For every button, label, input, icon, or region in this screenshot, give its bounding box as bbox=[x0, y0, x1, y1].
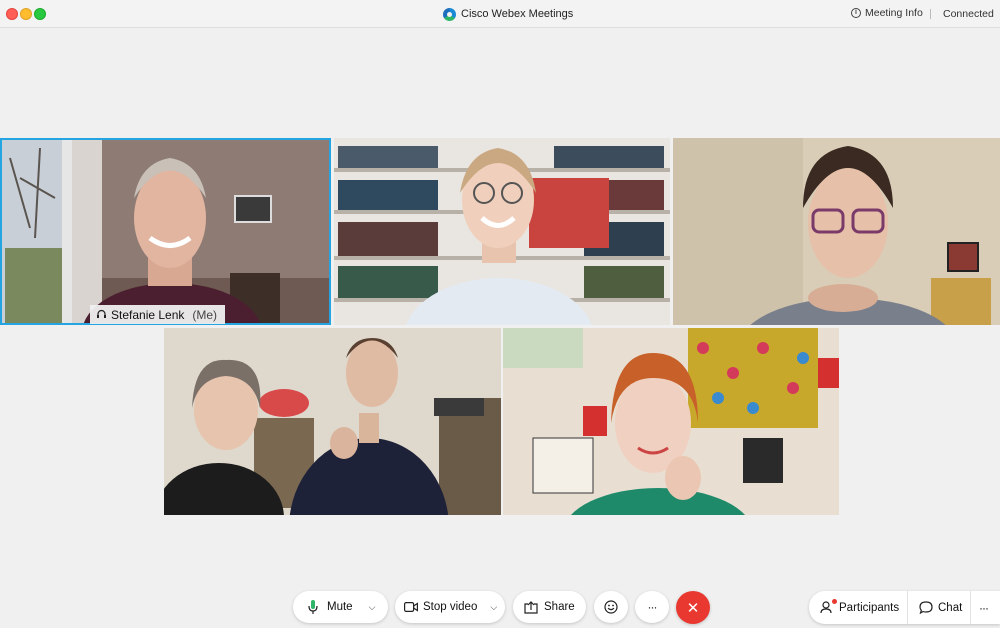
meeting-info-button[interactable]: i Meeting Info bbox=[851, 7, 923, 19]
share-icon bbox=[524, 600, 538, 614]
info-icon: i bbox=[851, 8, 861, 18]
mute-label: Mute bbox=[327, 601, 353, 613]
title-bar: Cisco Webex Meetings i Meeting Info Conn… bbox=[0, 0, 1000, 28]
panel-buttons-group: Participants Chat ··· bbox=[809, 591, 1000, 624]
share-label: Share bbox=[544, 601, 575, 613]
video-tile-participant-4[interactable] bbox=[164, 328, 501, 515]
video-tile-participant-5[interactable] bbox=[503, 328, 839, 515]
window-close-button[interactable] bbox=[6, 8, 18, 20]
meeting-info-label: Meeting Info bbox=[865, 7, 923, 19]
chat-label: Chat bbox=[938, 601, 963, 614]
window-minimize-button[interactable] bbox=[20, 8, 32, 20]
headset-icon bbox=[97, 309, 106, 318]
title-bar-divider bbox=[930, 9, 931, 19]
more-options-icon: ··· bbox=[647, 600, 658, 614]
reactions-button[interactable] bbox=[594, 591, 628, 623]
webex-logo-icon bbox=[443, 7, 456, 21]
app-title: Cisco Webex Meetings bbox=[443, 7, 573, 21]
share-button[interactable]: Share bbox=[513, 591, 586, 623]
participants-button[interactable]: Participants bbox=[820, 591, 899, 624]
participant-self-tag: (Me) bbox=[192, 307, 218, 322]
mute-button[interactable]: Mute ⌵ bbox=[293, 591, 388, 623]
participants-notification-dot bbox=[832, 599, 837, 604]
participant-name-label: Stefanie Lenk (Me) bbox=[90, 305, 226, 324]
window-maximize-button[interactable] bbox=[34, 8, 46, 20]
video-options-chevron-icon[interactable]: ⌵ bbox=[490, 602, 497, 613]
video-tile-participant-3[interactable] bbox=[673, 138, 1000, 325]
video-feed bbox=[0, 138, 331, 325]
participants-icon bbox=[820, 599, 837, 614]
end-meeting-button[interactable]: ✕ bbox=[676, 591, 710, 624]
video-feed bbox=[673, 138, 1000, 325]
more-options-button[interactable]: ··· bbox=[635, 591, 669, 623]
video-feed bbox=[334, 138, 670, 325]
stop-video-button[interactable]: Stop video ⌵ bbox=[395, 591, 505, 623]
toolbar-divider bbox=[907, 591, 908, 624]
participants-label: Participants bbox=[839, 601, 900, 614]
app-title-text: Cisco Webex Meetings bbox=[461, 8, 574, 20]
end-call-icon: ✕ bbox=[686, 599, 700, 617]
video-feed bbox=[164, 328, 501, 515]
chat-icon bbox=[919, 601, 933, 614]
participant-name: Stefanie Lenk bbox=[111, 307, 185, 322]
video-tile-self[interactable]: Stefanie Lenk (Me) bbox=[0, 138, 331, 325]
toolbar-divider bbox=[970, 591, 971, 624]
microphone-icon bbox=[308, 600, 318, 614]
chat-button[interactable]: Chat bbox=[919, 591, 962, 624]
panel-more-icon: ··· bbox=[979, 600, 989, 615]
video-feed bbox=[503, 328, 839, 515]
video-tile-participant-2[interactable] bbox=[334, 138, 670, 325]
meeting-toolbar: Mute ⌵ Stop video ⌵ Share ··· ✕ Particip… bbox=[0, 586, 1000, 628]
emoji-reaction-icon bbox=[604, 600, 618, 614]
connection-status: Connected bbox=[943, 8, 994, 20]
stop-video-label: Stop video bbox=[423, 601, 478, 613]
mute-options-chevron-icon[interactable]: ⌵ bbox=[369, 602, 376, 613]
panel-more-button[interactable]: ··· bbox=[979, 591, 989, 624]
video-camera-icon bbox=[404, 602, 418, 612]
